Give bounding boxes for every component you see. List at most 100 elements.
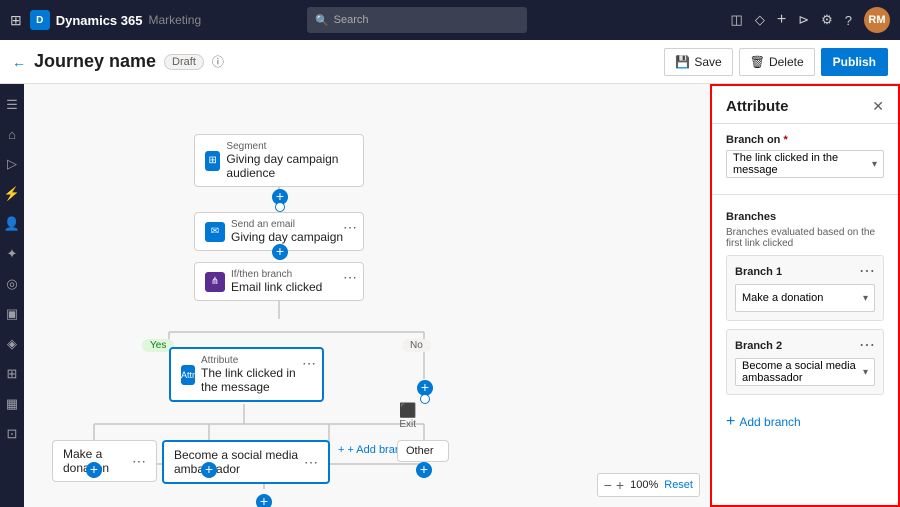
add-branch-panel-plus-icon: + — [726, 413, 735, 431]
other-label: Other — [406, 445, 434, 457]
branch1-menu[interactable]: ⋯ — [132, 453, 146, 470]
nav-icon-add[interactable]: + — [777, 11, 786, 29]
email-node-menu[interactable]: ⋯ — [343, 219, 357, 236]
add-branch-plus-icon: + — [338, 444, 344, 456]
sidebar-star-icon[interactable]: ✦ — [2, 241, 23, 267]
publish-button[interactable]: Publish — [821, 48, 888, 76]
ifthen-node[interactable]: ⋔ If/then branch Email link clicked ⋯ — [194, 262, 364, 301]
branch1-arrow: ▾ — [863, 293, 868, 304]
save-icon: 💾 — [675, 55, 690, 69]
zoom-reset-button[interactable]: Reset — [664, 479, 693, 491]
attribute-node[interactable]: Attr Attribute The link clicked in the m… — [169, 347, 324, 402]
branch1-node[interactable]: Make a donation ⋯ — [52, 440, 157, 482]
ifthen-node-label: If/then branch — [231, 269, 322, 280]
zoom-in-button[interactable]: + — [616, 477, 624, 493]
branch2-menu-icon[interactable]: ⋯ — [859, 338, 875, 354]
sidebar-grid-icon[interactable]: ▣ — [1, 301, 23, 327]
sub-header: ← Journey name Draft ⓘ 💾 Save 🗑 Delete P… — [0, 40, 900, 84]
sidebar-lightning-icon[interactable]: ⚡ — [0, 181, 25, 207]
plus-branch1[interactable]: + — [86, 462, 102, 478]
branch1-select[interactable]: Make a donation ▾ — [735, 284, 875, 312]
status-badge: Draft — [164, 54, 204, 70]
divider-1 — [712, 194, 898, 195]
plus-bottom[interactable]: + — [256, 494, 272, 507]
branch1-value: Make a donation — [742, 292, 823, 304]
ifthen-node-title: Email link clicked — [231, 280, 322, 294]
attribute-node-title: The link clicked in the message — [201, 366, 312, 394]
sidebar-home-icon[interactable]: ⌂ — [3, 122, 21, 147]
attribute-icon: Attr — [181, 365, 195, 385]
ifthen-icon: ⋔ — [205, 272, 225, 292]
branch1-label: Branch 1 — [735, 266, 782, 278]
branch-on-value: The link clicked in the message — [733, 152, 872, 176]
branch2-section: Branch 2 ⋯ Become a social media ambassa… — [726, 329, 884, 395]
circle-connector-1 — [275, 202, 285, 212]
brand-logo: D — [30, 10, 50, 30]
sidebar-box-icon[interactable]: ⊡ — [2, 421, 23, 447]
plus-other[interactable]: + — [416, 462, 432, 478]
branch2-select-wrapper: Become a social media ambassador ▾ — [735, 358, 875, 386]
search-bar[interactable]: 🔍 Search — [307, 7, 527, 33]
sidebar-chart-icon[interactable]: ▦ — [1, 391, 23, 417]
save-button[interactable]: 💾 Save — [664, 48, 732, 76]
nav-right: ◫ ◇ + ⊳ ⚙ ? RM — [731, 7, 890, 33]
attribute-node-menu[interactable]: ⋯ — [302, 355, 316, 372]
sidebar-play-icon[interactable]: ▷ — [2, 151, 22, 177]
plus-connector-2[interactable]: + — [272, 244, 288, 260]
nav-icon-1[interactable]: ◫ — [731, 12, 743, 28]
delete-icon: 🗑 — [750, 55, 765, 69]
panel-title: Attribute — [726, 98, 789, 115]
segment-icon: ⊞ — [205, 151, 220, 171]
branch2-header: Branch 2 ⋯ — [735, 338, 875, 354]
brand-module: Marketing — [148, 13, 201, 27]
nav-icon-settings[interactable]: ⚙ — [821, 12, 833, 28]
nav-icon-help[interactable]: ? — [845, 13, 852, 28]
attribute-panel: Attribute ✕ Branch on The link clicked i… — [710, 84, 900, 507]
branch-on-select[interactable]: The link clicked in the message ▾ — [726, 150, 884, 178]
branch-on-label: Branch on — [726, 134, 884, 146]
circle-no — [420, 394, 430, 404]
segment-node-title: Giving day campaign audience — [226, 152, 353, 180]
segment-node[interactable]: ⊞ Segment Giving day campaign audience — [194, 134, 364, 187]
plus-branch2[interactable]: + — [201, 462, 217, 478]
nav-icon-2[interactable]: ◇ — [755, 12, 765, 28]
branch1-section: Branch 1 ⋯ Make a donation ▾ — [726, 255, 884, 321]
add-branch-panel-button[interactable]: + Add branch — [712, 405, 898, 439]
email-node-label: Send an email — [231, 219, 343, 230]
sidebar-people-icon[interactable]: 👤 — [0, 211, 25, 237]
panel-close-button[interactable]: ✕ — [872, 98, 884, 115]
branches-hint: Branches evaluated based on the first li… — [726, 227, 884, 249]
sidebar-table-icon[interactable]: ⊞ — [2, 361, 23, 387]
search-placeholder: Search — [334, 14, 369, 26]
sidebar-target-icon[interactable]: ◎ — [1, 271, 22, 297]
exit-right-label: Exit — [399, 419, 416, 430]
branches-section: Branches Branches evaluated based on the… — [712, 201, 898, 405]
other-node: Other — [397, 440, 449, 462]
branch2-menu[interactable]: ⋯ — [304, 454, 318, 471]
segment-node-label: Segment — [226, 141, 353, 152]
grid-icon[interactable]: ⊞ — [10, 12, 22, 29]
branches-label: Branches — [726, 211, 884, 223]
user-avatar[interactable]: RM — [864, 7, 890, 33]
flow-canvas: ⊞ Segment Giving day campaign audience +… — [24, 84, 710, 507]
delete-button[interactable]: 🗑 Delete — [739, 48, 815, 76]
branch-on-arrow: ▾ — [872, 159, 877, 170]
branch2-label: Become a social media ambassador — [174, 448, 300, 476]
branch1-menu-icon[interactable]: ⋯ — [859, 264, 875, 280]
branch2-select[interactable]: Become a social media ambassador ▾ — [735, 358, 875, 386]
exit-right: ⬛ Exit — [399, 402, 416, 430]
attribute-node-label: Attribute — [201, 355, 312, 366]
nav-icon-filter[interactable]: ⊳ — [798, 12, 809, 28]
branch1-select-wrapper: Make a donation ▾ — [735, 284, 875, 312]
branch2-label: Branch 2 — [735, 340, 782, 352]
info-icon[interactable]: ⓘ — [212, 53, 224, 70]
branch2-node[interactable]: Become a social media ambassador ⋯ — [162, 440, 330, 484]
sidebar-menu-icon[interactable]: ☰ — [1, 92, 23, 118]
add-branch-panel-label: Add branch — [739, 415, 800, 429]
sidebar-diamond-icon[interactable]: ◈ — [2, 331, 22, 357]
branch-on-section: Branch on The link clicked in the messag… — [712, 124, 898, 188]
back-button[interactable]: ← — [12, 54, 26, 70]
brand-name: Dynamics 365 — [56, 13, 143, 28]
ifthen-node-menu[interactable]: ⋯ — [343, 269, 357, 286]
zoom-out-button[interactable]: − — [604, 477, 612, 493]
